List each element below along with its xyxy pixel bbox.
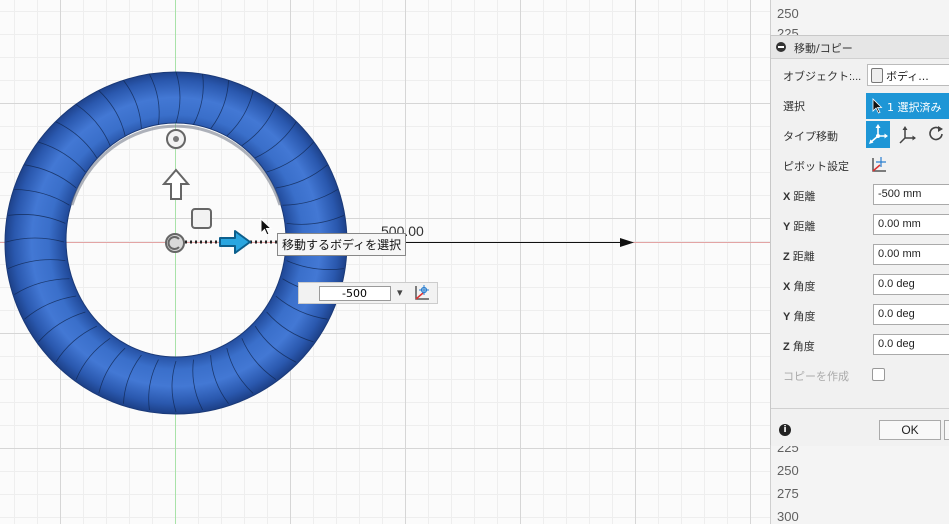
free-move-type-button[interactable] <box>866 121 890 148</box>
distance-input[interactable]: -500 <box>319 286 391 301</box>
z-distance-row: Z 距離 0.00 mm <box>771 240 949 270</box>
selection-label: 選択 <box>783 101 805 113</box>
cursor-icon <box>872 98 883 114</box>
body-icon <box>871 68 883 83</box>
translate-icon[interactable] <box>897 124 917 146</box>
y-distance-input[interactable]: 0.00 mm <box>873 214 949 235</box>
object-row: オブジェクト:... ボディ... <box>771 60 949 90</box>
canvas-viewport[interactable]: 500.00 移動するボディを選択 -500 ▾ <box>0 0 770 524</box>
selection-tooltip: 移動するボディを選択 <box>277 233 407 256</box>
z-angle-row: Z 角度 0.0 deg <box>771 330 949 360</box>
pivot-set-icon[interactable] <box>870 156 888 174</box>
copy-checkbox[interactable] <box>872 368 885 381</box>
origin-pivot-icon[interactable] <box>163 231 187 255</box>
copy-row: コピーを作成 <box>771 360 949 390</box>
field-label: 角度 <box>792 341 815 353</box>
info-icon[interactable]: i <box>779 424 791 436</box>
ruler-tick: 225 <box>777 26 799 35</box>
plane-move-handle-icon[interactable] <box>190 207 214 231</box>
axis-label: Y <box>783 311 791 323</box>
axis-label: X <box>783 281 791 293</box>
field-label: 距離 <box>793 221 816 233</box>
copy-label: コピーを作成 <box>783 371 849 383</box>
scene-graphics <box>0 0 770 524</box>
z-distance-input[interactable]: 0.00 mm <box>873 244 949 265</box>
y-move-arrow-icon[interactable] <box>162 168 190 202</box>
object-value: ボディ... <box>886 70 929 83</box>
axis-label: X <box>783 191 791 203</box>
x-distance-row: X 距離 -500 mm <box>771 180 949 210</box>
field-label: 角度 <box>793 311 816 323</box>
free-move-icon <box>869 124 888 144</box>
pivot-label: ピボット設定 <box>783 161 849 173</box>
selection-button[interactable]: 1 選択済み <box>866 93 949 119</box>
ruler-tick: 250 <box>777 463 799 478</box>
y-angle-row: Y 角度 0.0 deg <box>771 300 949 330</box>
pivot-axis-icon[interactable] <box>413 284 431 302</box>
axis-label: Y <box>783 221 791 233</box>
object-label: オブジェクト:... <box>783 71 862 83</box>
selection-row: 選択 1 選択済み <box>771 90 949 120</box>
field-label: 角度 <box>793 281 816 293</box>
mouse-cursor-icon <box>260 218 273 236</box>
field-label: 距離 <box>792 251 815 263</box>
x-move-arrow-icon[interactable] <box>218 229 252 255</box>
axis-label: Z <box>783 341 790 353</box>
ruler-tick: 275 <box>777 486 799 501</box>
object-selector[interactable]: ボディ... <box>867 64 949 86</box>
type-label: タイプ移動 <box>783 131 838 143</box>
panel-header: 移動/コピー <box>771 36 949 59</box>
rotate-icon[interactable] <box>928 124 946 146</box>
ok-button[interactable]: OK <box>879 420 941 440</box>
ruler-tick: 300 <box>777 509 799 524</box>
x-angle-input[interactable]: 0.0 deg <box>873 274 949 295</box>
y-angle-input[interactable]: 0.0 deg <box>873 304 949 325</box>
type-row: タイプ移動 <box>771 120 949 150</box>
y-distance-row: Y 距離 0.00 mm <box>771 210 949 240</box>
rotation-handle-icon[interactable] <box>164 127 188 151</box>
axis-label: Z <box>783 251 790 263</box>
cancel-button[interactable] <box>944 420 949 440</box>
x-angle-row: X 角度 0.0 deg <box>771 270 949 300</box>
dropdown-arrow-icon[interactable]: ▾ <box>397 286 403 299</box>
pivot-row: ピボット設定 <box>771 150 949 180</box>
ruler-tick: 250 <box>777 6 799 21</box>
panel-title: 移動/コピー <box>794 42 853 55</box>
move-copy-panel: 移動/コピー オブジェクト:... ボディ... 選択 1 選択済み タイプ移動 <box>770 35 949 446</box>
x-distance-input[interactable]: -500 mm <box>873 184 949 205</box>
z-angle-input[interactable]: 0.0 deg <box>873 334 949 355</box>
dimension-arrowhead <box>620 238 634 247</box>
distance-input-box: -500 ▾ <box>298 282 438 304</box>
field-label: 距離 <box>793 191 816 203</box>
selection-count: 1 選択済み <box>887 101 942 114</box>
